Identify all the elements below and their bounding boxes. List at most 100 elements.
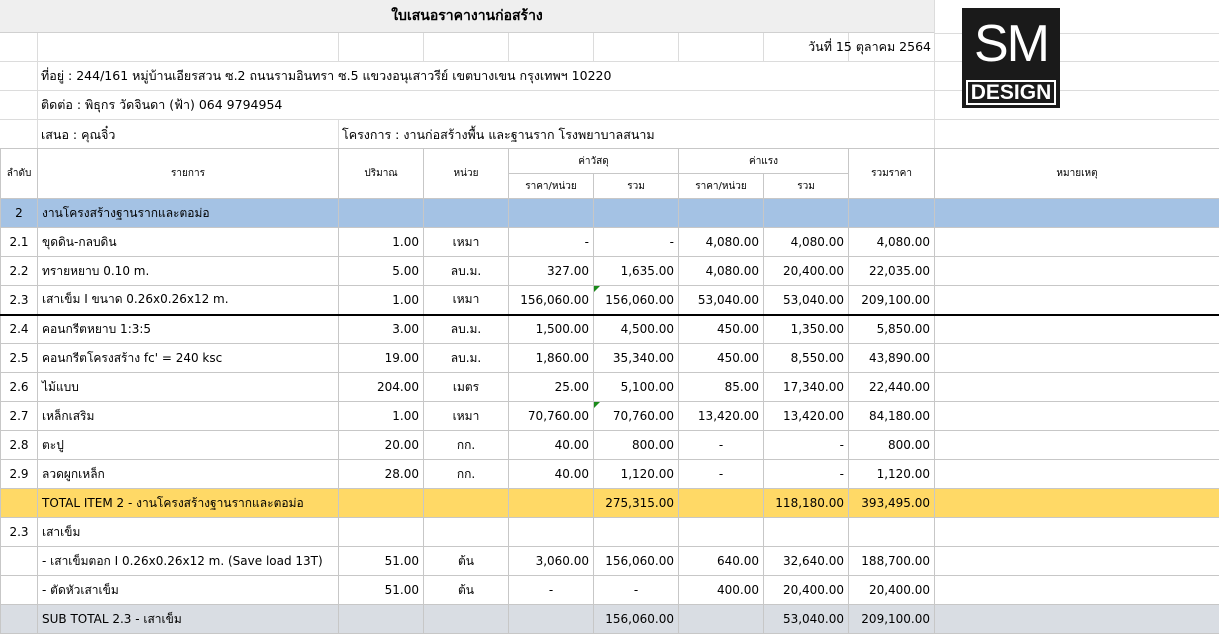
col-header-total[interactable]: รวมราคา: [848, 148, 936, 199]
row-item[interactable]: คอนกรีตโครงสร้าง fc' = 240 ksc: [37, 343, 339, 373]
row-material-sum[interactable]: 1,635.00: [593, 256, 679, 286]
row-labor-unit-price[interactable]: -: [678, 430, 764, 460]
cell[interactable]: [338, 604, 424, 634]
row-labor-sum[interactable]: 4,080.00: [762, 227, 850, 257]
row-material-sum[interactable]: 35,340.00: [593, 343, 679, 373]
col-header-qty[interactable]: ปริมาณ: [338, 148, 424, 199]
row-total[interactable]: 43,890.00: [848, 343, 936, 373]
row-total[interactable]: 20,400.00: [848, 575, 936, 605]
row-item[interactable]: เสาเข็ม I ขนาด 0.26x0.26x12 m.: [37, 285, 339, 315]
cell[interactable]: [508, 488, 594, 518]
row-remark[interactable]: [934, 343, 1219, 373]
row-material-sum[interactable]: 800.00: [593, 430, 679, 460]
row-total[interactable]: 800.00: [848, 430, 936, 460]
row-labor-sum[interactable]: -: [762, 459, 850, 489]
row-unit[interactable]: เหมา: [423, 401, 509, 431]
subtotal-material-sum[interactable]: 156,060.00: [593, 604, 679, 634]
row-labor-sum[interactable]: 20,400.00: [762, 256, 850, 286]
row-labor-unit-price[interactable]: 450.00: [678, 343, 764, 373]
col-header-labor[interactable]: ค่าแรง: [677, 148, 850, 174]
row-total[interactable]: 209,100.00: [848, 285, 936, 315]
row-qty[interactable]: 51.00: [338, 546, 424, 576]
row-no[interactable]: 2.6: [0, 372, 38, 402]
cell[interactable]: [593, 517, 679, 547]
row-material-sum[interactable]: -: [593, 227, 679, 257]
row-qty[interactable]: 204.00: [338, 372, 424, 402]
row-labor-unit-price[interactable]: 640.00: [678, 546, 764, 576]
row-qty[interactable]: 28.00: [338, 459, 424, 489]
row-material-unit-price[interactable]: 1,860.00: [508, 343, 594, 373]
row-labor-sum[interactable]: -: [762, 430, 850, 460]
row-labor-unit-price[interactable]: 53,040.00: [678, 285, 764, 315]
cell[interactable]: [934, 198, 1219, 228]
cell[interactable]: [423, 488, 509, 518]
row-labor-sum[interactable]: 53,040.00: [762, 285, 850, 315]
row-unit[interactable]: ลบ.ม.: [423, 313, 509, 344]
cell[interactable]: [0, 488, 38, 518]
cell[interactable]: [508, 604, 594, 634]
row-material-sum[interactable]: 156,060.00: [593, 546, 679, 576]
cell[interactable]: [423, 517, 509, 547]
row-labor-unit-price[interactable]: 4,080.00: [678, 256, 764, 286]
row-material-unit-price[interactable]: 327.00: [508, 256, 594, 286]
row-qty[interactable]: 5.00: [338, 256, 424, 286]
row-remark[interactable]: [934, 401, 1219, 431]
row-qty[interactable]: 1.00: [338, 227, 424, 257]
row-qty[interactable]: 1.00: [338, 285, 424, 315]
row-item[interactable]: - เสาเข็มตอก I 0.26x0.26x12 m. (Save loa…: [37, 546, 339, 576]
cell[interactable]: [678, 488, 764, 518]
row-no[interactable]: [0, 546, 38, 576]
row-material-sum[interactable]: 5,100.00: [593, 372, 679, 402]
row-qty[interactable]: 20.00: [338, 430, 424, 460]
row-remark[interactable]: [934, 256, 1219, 286]
row-unit[interactable]: กก.: [423, 430, 509, 460]
section-no[interactable]: 2: [0, 198, 38, 228]
row-labor-sum[interactable]: 32,640.00: [762, 546, 850, 576]
row-no[interactable]: 2.7: [0, 401, 38, 431]
col-header-item[interactable]: รายการ: [37, 148, 339, 199]
total-grand[interactable]: 393,495.00: [848, 488, 936, 518]
row-material-sum[interactable]: 4,500.00: [593, 313, 679, 344]
row-labor-unit-price[interactable]: 400.00: [678, 575, 764, 605]
row-total[interactable]: 1,120.00: [848, 459, 936, 489]
row-labor-unit-price[interactable]: 13,420.00: [678, 401, 764, 431]
row-qty[interactable]: 51.00: [338, 575, 424, 605]
row-unit[interactable]: ต้น: [423, 575, 509, 605]
address-cell[interactable]: ที่อยู่ : 244/161 หมู่บ้านเอียรสวน ซ.2 ถ…: [41, 68, 611, 84]
cell[interactable]: [423, 198, 509, 228]
cell[interactable]: [934, 517, 1219, 547]
subtotal-grand[interactable]: 209,100.00: [848, 604, 936, 634]
row-total[interactable]: 22,440.00: [848, 372, 936, 402]
cell[interactable]: [678, 198, 764, 228]
row-item[interactable]: ลวดผูกเหล็ก: [37, 459, 339, 489]
cell[interactable]: [423, 604, 509, 634]
cell[interactable]: [338, 517, 424, 547]
row-material-sum[interactable]: 70,760.00: [593, 401, 679, 431]
row-qty[interactable]: 1.00: [338, 401, 424, 431]
cell[interactable]: [934, 604, 1219, 634]
row-labor-sum[interactable]: 17,340.00: [762, 372, 850, 402]
cell[interactable]: [593, 198, 679, 228]
row-item[interactable]: - ตัดหัวเสาเข็ม: [37, 575, 339, 605]
row-total[interactable]: 4,080.00: [848, 227, 936, 257]
col-header-material-sum[interactable]: รวม: [593, 173, 679, 199]
cell[interactable]: [934, 488, 1219, 518]
row-item[interactable]: ตะปู: [37, 430, 339, 460]
row-material-unit-price[interactable]: 40.00: [508, 459, 594, 489]
cell[interactable]: [678, 604, 764, 634]
row-no[interactable]: [0, 575, 38, 605]
row-item[interactable]: ไม้แบบ: [37, 372, 339, 402]
row-material-unit-price[interactable]: -: [508, 227, 594, 257]
col-header-no[interactable]: ลำดับ: [0, 148, 38, 199]
row-labor-sum[interactable]: 1,350.00: [762, 313, 850, 344]
row-qty[interactable]: 3.00: [338, 313, 424, 344]
total-material-sum[interactable]: 275,315.00: [593, 488, 679, 518]
cell[interactable]: [848, 517, 936, 547]
row-item[interactable]: ทรายหยาบ 0.10 m.: [37, 256, 339, 286]
row-material-unit-price[interactable]: -: [508, 575, 594, 605]
row-labor-sum[interactable]: 13,420.00: [762, 401, 850, 431]
row-total[interactable]: 84,180.00: [848, 401, 936, 431]
col-header-material-unit-price[interactable]: ราคา/หน่วย: [508, 173, 594, 199]
row-labor-unit-price[interactable]: 4,080.00: [678, 227, 764, 257]
row-qty[interactable]: 19.00: [338, 343, 424, 373]
